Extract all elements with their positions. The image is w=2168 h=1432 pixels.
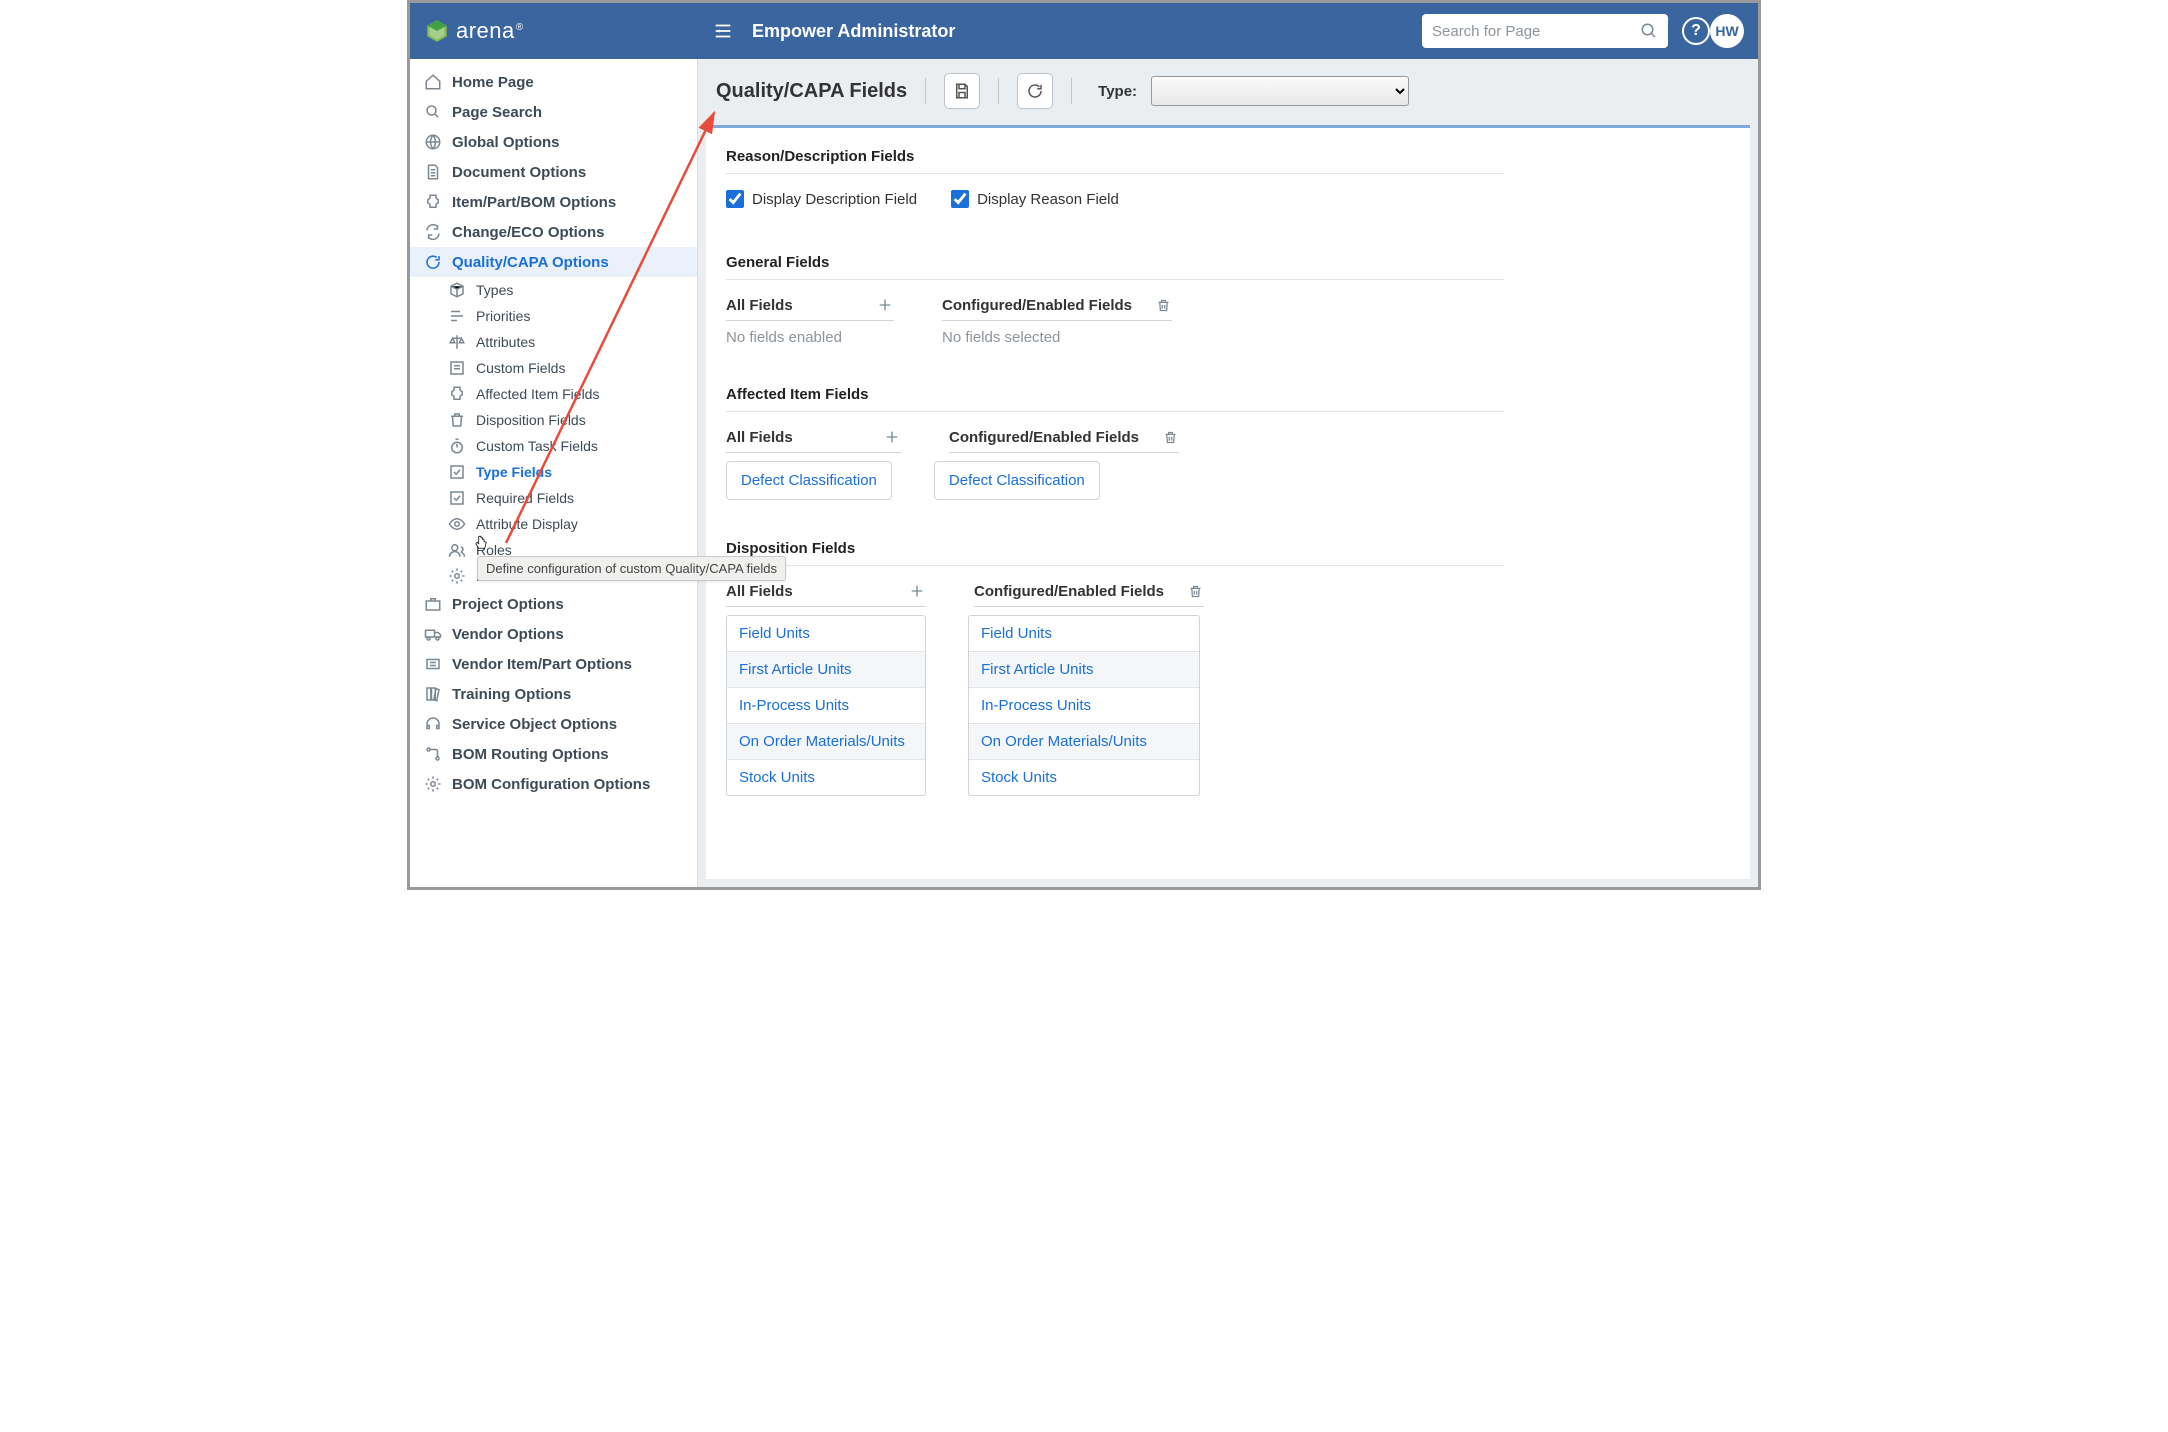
sidebar-item-training-options[interactable]: Training Options <box>410 679 697 709</box>
delete-field-button[interactable] <box>1154 296 1172 314</box>
sidebar-item-page-search[interactable]: Page Search <box>410 97 697 127</box>
cursor-pointer-icon <box>472 534 490 552</box>
sidebar-sub-custom-fields[interactable]: Custom Fields <box>410 355 697 381</box>
add-affected-button[interactable] <box>883 428 901 446</box>
section-reason-title: Reason/Description Fields <box>726 148 1750 165</box>
disposition-item[interactable]: On Order Materials/Units <box>727 724 925 760</box>
display-description-checkbox[interactable]: Display Description Field <box>726 190 917 208</box>
sidebar-item-global-options[interactable]: Global Options <box>410 127 697 157</box>
doc-icon <box>424 163 442 181</box>
part-icon <box>448 385 466 403</box>
disposition-all-table: Field UnitsFirst Article UnitsIn-Process… <box>726 615 926 796</box>
sidebar-item-change-eco-options[interactable]: Change/ECO Options <box>410 217 697 247</box>
sidebar-sub-disposition-fields[interactable]: Disposition Fields <box>410 407 697 433</box>
truck-icon <box>424 625 442 643</box>
part-icon <box>424 193 442 211</box>
sidebar-sub-required-fields[interactable]: Required Fields <box>410 485 697 511</box>
section-affected-title: Affected Item Fields <box>726 386 1750 403</box>
disposition-item[interactable]: Stock Units <box>969 760 1199 795</box>
sidebar-item-item-part-bom-options[interactable]: Item/Part/BOM Options <box>410 187 697 217</box>
search-page-field[interactable] <box>1422 14 1668 48</box>
sidebar-sub-custom-task-fields[interactable]: Custom Task Fields <box>410 433 697 459</box>
scale-icon <box>448 333 466 351</box>
sidebar-sub-priorities[interactable]: Priorities <box>410 303 697 329</box>
refresh-icon <box>1026 82 1044 100</box>
tooltip: Define configuration of custom Quality/C… <box>477 556 786 581</box>
add-field-button[interactable] <box>876 296 894 314</box>
sidebar-sub-attribute-display[interactable]: Attribute Display <box>410 511 697 537</box>
page-title: Quality/CAPA Fields <box>716 80 907 103</box>
save-icon <box>953 82 971 100</box>
type-label: Type: <box>1098 83 1137 100</box>
trash-icon <box>448 411 466 429</box>
eye-icon <box>448 515 466 533</box>
type-select[interactable] <box>1151 76 1409 106</box>
page-header-title: Empower Administrator <box>752 21 955 42</box>
check-icon <box>448 489 466 507</box>
sidebar-item-quality-capa-options[interactable]: Quality/CAPA Options <box>410 247 697 277</box>
sidebar-item-bom-configuration-options[interactable]: BOM Configuration Options <box>410 769 697 799</box>
sidebar-sub-attributes[interactable]: Attributes <box>410 329 697 355</box>
disposition-item[interactable]: In-Process Units <box>969 688 1199 724</box>
delete-affected-button[interactable] <box>1161 428 1179 446</box>
add-disposition-button[interactable] <box>908 582 926 600</box>
stopwatch-icon <box>448 437 466 455</box>
all-fields-header: All Fields <box>726 296 894 321</box>
sidebar-item-home-page[interactable]: Home Page <box>410 67 697 97</box>
disposition-configured-table: Field UnitsFirst Article UnitsIn-Process… <box>968 615 1200 796</box>
sidebar-item-vendor-item-part-options[interactable]: Vendor Item/Part Options <box>410 649 697 679</box>
disposition-item[interactable]: Field Units <box>727 616 925 652</box>
delete-disposition-button[interactable] <box>1186 582 1204 600</box>
disposition-item[interactable]: Field Units <box>969 616 1199 652</box>
section-disposition-title: Disposition Fields <box>726 540 1750 557</box>
gear-icon <box>448 567 466 585</box>
users-icon <box>448 541 466 559</box>
bars-icon <box>448 307 466 325</box>
sidebar-item-document-options[interactable]: Document Options <box>410 157 697 187</box>
no-fields-selected-msg: No fields selected <box>942 329 1172 346</box>
sidebar-sub-type-fields[interactable]: Type Fields <box>410 459 697 485</box>
sidebar-toggle-icon[interactable] <box>712 20 734 42</box>
search-input[interactable] <box>1432 23 1632 40</box>
vpart-icon <box>424 655 442 673</box>
refresh-button[interactable] <box>1017 73 1053 109</box>
capa-icon <box>424 253 442 271</box>
disposition-item[interactable]: Stock Units <box>727 760 925 795</box>
section-general-title: General Fields <box>726 254 1750 271</box>
sidebar-item-bom-routing-options[interactable]: BOM Routing Options <box>410 739 697 769</box>
sidebar-item-vendor-options[interactable]: Vendor Options <box>410 619 697 649</box>
check-icon <box>448 463 466 481</box>
arena-logo-icon <box>424 18 450 44</box>
disposition-item[interactable]: In-Process Units <box>727 688 925 724</box>
disposition-item[interactable]: First Article Units <box>727 652 925 688</box>
briefcase-icon <box>424 595 442 613</box>
config-icon <box>424 775 442 793</box>
sidebar: Home PagePage SearchGlobal OptionsDocume… <box>410 59 698 887</box>
change-icon <box>424 223 442 241</box>
defect-classification-configured[interactable]: Defect Classification <box>934 461 1100 500</box>
help-button[interactable]: ? <box>1682 17 1710 45</box>
disposition-item[interactable]: On Order Materials/Units <box>969 724 1199 760</box>
save-button[interactable] <box>944 73 980 109</box>
books-icon <box>424 685 442 703</box>
sidebar-item-project-options[interactable]: Project Options <box>410 589 697 619</box>
form-icon <box>448 359 466 377</box>
display-reason-checkbox[interactable]: Display Reason Field <box>951 190 1119 208</box>
defect-classification-item[interactable]: Defect Classification <box>726 461 892 500</box>
no-fields-enabled-msg: No fields enabled <box>726 329 894 346</box>
search-icon[interactable] <box>1640 22 1658 40</box>
sidebar-sub-types[interactable]: Types <box>410 277 697 303</box>
user-avatar[interactable]: HW <box>1710 14 1744 48</box>
search-icon <box>424 103 442 121</box>
cube-icon <box>448 281 466 299</box>
sidebar-sub-affected-item-fields[interactable]: Affected Item Fields <box>410 381 697 407</box>
home-icon <box>424 73 442 91</box>
globe-icon <box>424 133 442 151</box>
headset-icon <box>424 715 442 733</box>
brand-name: arena® <box>456 18 524 44</box>
routing-icon <box>424 745 442 763</box>
configured-fields-header: Configured/Enabled Fields <box>942 296 1172 321</box>
sidebar-item-service-object-options[interactable]: Service Object Options <box>410 709 697 739</box>
disposition-item[interactable]: First Article Units <box>969 652 1199 688</box>
